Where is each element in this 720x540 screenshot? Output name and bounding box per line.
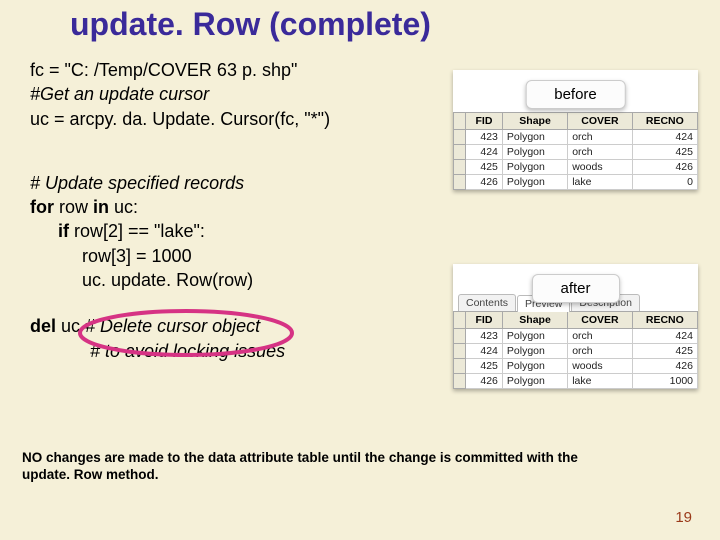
code-comment: #Get an update cursor <box>30 82 430 106</box>
code-line: row[3] = 1000 <box>30 244 430 268</box>
table-row: 423Polygonorch424 <box>454 329 698 344</box>
col-header: Shape <box>502 113 567 130</box>
cell: 424 <box>466 344 503 359</box>
code-text: uc: <box>109 197 138 217</box>
cell: Polygon <box>502 329 567 344</box>
cell: Polygon <box>502 130 567 145</box>
footnote: NO changes are made to the data attribut… <box>22 450 582 484</box>
cell: 423 <box>466 329 503 344</box>
cell: Polygon <box>502 175 567 190</box>
col-header: COVER <box>568 312 632 329</box>
cell: 0 <box>632 175 697 190</box>
cell: orch <box>568 344 632 359</box>
cell: Polygon <box>502 374 567 389</box>
slide-title: update. Row (complete) <box>70 6 431 43</box>
cell: orch <box>568 145 632 160</box>
attr-table-after: FID Shape COVER RECNO 423Polygonorch424 … <box>453 311 698 389</box>
col-header: FID <box>466 312 503 329</box>
cell: Polygon <box>502 160 567 175</box>
table-row: 426Polygonlake1000 <box>454 374 698 389</box>
cell: lake <box>568 374 632 389</box>
cell: woods <box>568 160 632 175</box>
keyword-in: in <box>93 197 109 217</box>
code-comment: # Update specified records <box>30 171 430 195</box>
cell: woods <box>568 359 632 374</box>
table-row: 426Polygonlake0 <box>454 175 698 190</box>
cell: 424 <box>632 130 697 145</box>
label-before: before <box>525 80 626 109</box>
cell: 423 <box>466 130 503 145</box>
table-before: before FID Shape COVER RECNO 423Polygono… <box>453 70 698 190</box>
cell: Polygon <box>502 359 567 374</box>
col-header: RECNO <box>632 113 697 130</box>
table-row: 423Polygonorch424 <box>454 130 698 145</box>
table-after: after Contents Preview Description FID S… <box>453 264 698 389</box>
cell: lake <box>568 175 632 190</box>
cell: orch <box>568 130 632 145</box>
code-text: row[2] == "lake": <box>69 221 205 241</box>
attr-table-before: FID Shape COVER RECNO 423Polygonorch424 … <box>453 112 698 190</box>
cell: 426 <box>632 160 697 175</box>
col-header: Shape <box>502 312 567 329</box>
cell: 424 <box>466 145 503 160</box>
table-row: 424Polygonorch425 <box>454 344 698 359</box>
code-line: uc. update. Row(row) <box>30 268 430 292</box>
cell: 426 <box>466 374 503 389</box>
code-line: for row in uc: <box>30 195 430 219</box>
code-text: row <box>54 197 93 217</box>
row-selector-head <box>454 113 466 130</box>
label-after: after <box>531 274 619 303</box>
cell: orch <box>568 329 632 344</box>
row-selector-head <box>454 312 466 329</box>
cell: 425 <box>466 359 503 374</box>
keyword-if: if <box>58 221 69 241</box>
code-line: fc = "C: /Temp/COVER 63 p. shp" <box>30 58 430 82</box>
cell: 1000 <box>632 374 697 389</box>
cell: Polygon <box>502 145 567 160</box>
code-line: uc = arcpy. da. Update. Cursor(fc, "*") <box>30 107 430 131</box>
cell: 425 <box>632 145 697 160</box>
cell: 426 <box>466 175 503 190</box>
tab-contents[interactable]: Contents <box>458 294 516 311</box>
cell: 425 <box>466 160 503 175</box>
cell: 424 <box>632 329 697 344</box>
col-header: COVER <box>568 113 632 130</box>
keyword-for: for <box>30 197 54 217</box>
table-row: 424Polygonorch425 <box>454 145 698 160</box>
code-line: if row[2] == "lake": <box>30 219 430 243</box>
keyword-del: del <box>30 316 56 336</box>
col-header: FID <box>466 113 503 130</box>
cell: 425 <box>632 344 697 359</box>
cell: 426 <box>632 359 697 374</box>
col-header: RECNO <box>632 312 697 329</box>
highlight-circle <box>75 306 297 360</box>
cell: Polygon <box>502 344 567 359</box>
page-number: 19 <box>675 509 692 526</box>
table-row: 425Polygonwoods426 <box>454 160 698 175</box>
table-row: 425Polygonwoods426 <box>454 359 698 374</box>
